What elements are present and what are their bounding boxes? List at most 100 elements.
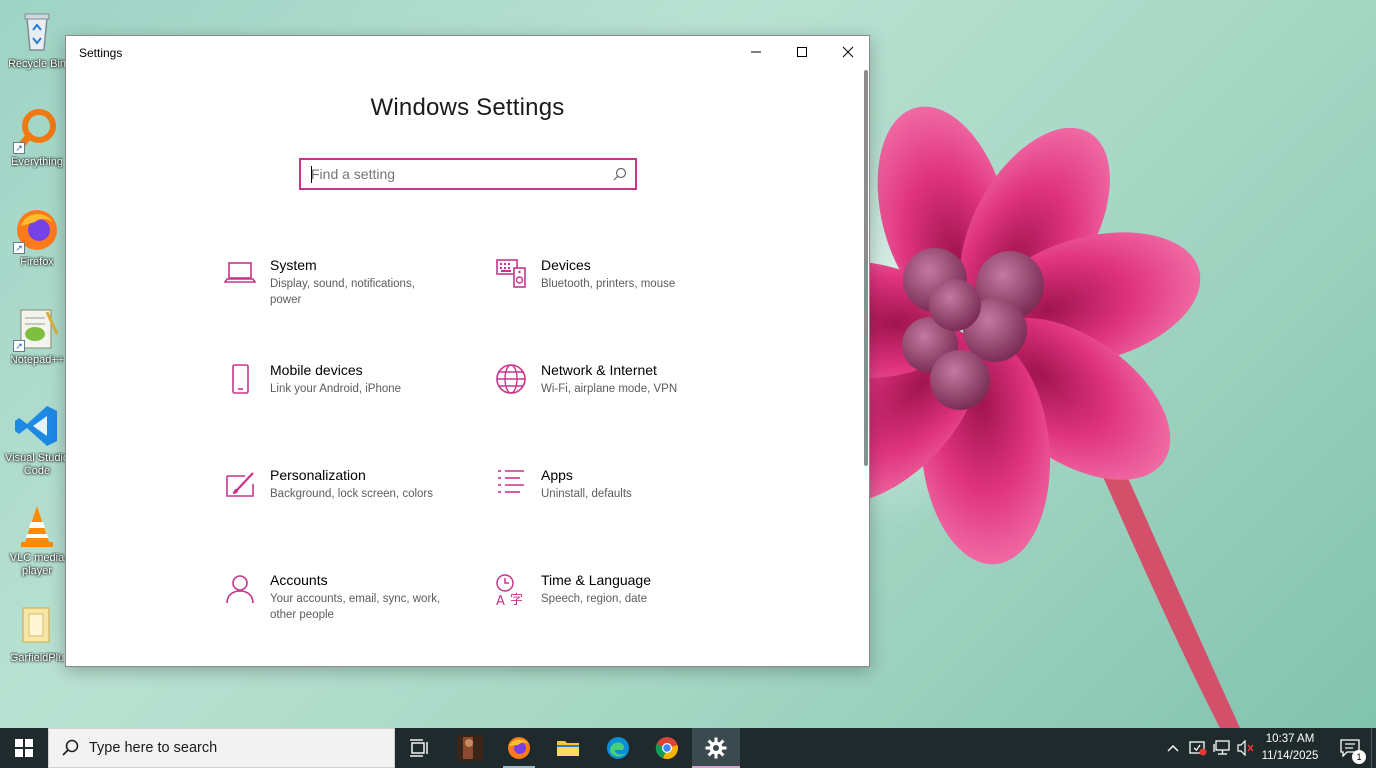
notification-count-badge: 1 bbox=[1352, 750, 1366, 764]
tile-description: Background, lock screen, colors bbox=[270, 488, 433, 500]
search-icon bbox=[62, 739, 79, 756]
desktop-icon-label: VLC media player bbox=[9, 552, 65, 577]
tile-time-language[interactable]: A字 Time & Language Speech, region, date bbox=[487, 571, 737, 641]
action-center-button[interactable]: 1 bbox=[1330, 728, 1370, 768]
firefox-icon: ↗ bbox=[13, 206, 61, 254]
shortcut-arrow-icon: ↗ bbox=[13, 242, 25, 254]
minimize-button[interactable] bbox=[733, 36, 779, 68]
show-hidden-icons-button[interactable] bbox=[1163, 728, 1183, 768]
tile-name: Mobile devices bbox=[270, 362, 363, 378]
task-view-button[interactable] bbox=[395, 728, 443, 768]
desktop-icon-firefox[interactable]: ↗ Firefox bbox=[2, 206, 72, 294]
tray-network-button[interactable] bbox=[1210, 728, 1234, 768]
folder-icon bbox=[13, 602, 61, 650]
vscode-icon bbox=[13, 402, 61, 450]
globe-icon bbox=[487, 361, 535, 401]
tile-name: Personalization bbox=[270, 467, 366, 483]
person-icon bbox=[216, 571, 264, 611]
close-icon bbox=[842, 46, 854, 58]
window-title: Settings bbox=[79, 46, 123, 60]
start-button[interactable] bbox=[0, 728, 48, 768]
task-view-icon bbox=[410, 739, 428, 757]
edge-icon bbox=[607, 737, 629, 759]
notepad-plus-plus-icon: ↗ bbox=[13, 304, 61, 352]
tile-description: Wi-Fi, airplane mode, VPN bbox=[541, 383, 678, 395]
app-list-icon bbox=[487, 466, 535, 506]
settings-search-box[interactable] bbox=[299, 158, 637, 190]
desktop-icon-label: Visual Studio Code bbox=[4, 452, 69, 477]
tile-mobile-devices[interactable]: Mobile devices Link your Android, iPhone bbox=[216, 361, 466, 431]
tile-network-internet[interactable]: Network & Internet Wi-Fi, airplane mode,… bbox=[487, 361, 737, 431]
maximize-icon bbox=[797, 47, 807, 57]
vlc-cone-icon bbox=[13, 502, 61, 550]
taskbar-app-chrome[interactable] bbox=[643, 728, 691, 768]
keyboard-speaker-icon bbox=[487, 256, 535, 296]
desktop-icon-label: Firefox bbox=[20, 256, 54, 268]
tile-apps[interactable]: Apps Uninstall, defaults bbox=[487, 466, 737, 536]
everything-search-icon: ↗ bbox=[13, 106, 61, 154]
tile-name: Devices bbox=[541, 257, 591, 273]
tile-description: Speech, region, date bbox=[541, 593, 648, 605]
desktop-icon-garfieldplu[interactable]: GarfieldPlu bbox=[2, 602, 72, 690]
search-icon bbox=[613, 167, 627, 181]
desktop-icon-label: Recycle Bin bbox=[7, 58, 67, 70]
gear-icon bbox=[705, 737, 727, 759]
tile-description: Display, sound, notifications, power bbox=[270, 278, 415, 306]
photo-app-icon bbox=[457, 735, 483, 761]
tile-personalization[interactable]: Personalization Background, lock screen,… bbox=[216, 466, 466, 536]
desktop-icon-recycle-bin[interactable]: Recycle Bin bbox=[2, 8, 72, 96]
taskbar: Type here to search 10:37 AM 11/14/2025 … bbox=[0, 728, 1376, 768]
taskbar-clock[interactable]: 10:37 AM 11/14/2025 bbox=[1252, 731, 1328, 765]
minimize-icon bbox=[751, 51, 761, 53]
tile-description: Uninstall, defaults bbox=[541, 488, 632, 500]
chrome-icon bbox=[655, 737, 678, 760]
window-scrollbar[interactable] bbox=[864, 70, 868, 466]
desktop-icon-label: GarfieldPlu bbox=[9, 652, 65, 664]
tile-description: Bluetooth, printers, mouse bbox=[541, 278, 676, 290]
maximize-button[interactable] bbox=[779, 36, 825, 68]
security-alert-icon bbox=[1189, 741, 1207, 756]
tray-security-icon-button[interactable] bbox=[1186, 728, 1210, 768]
show-desktop-button[interactable] bbox=[1371, 728, 1376, 768]
time-language-icon: A字 bbox=[487, 571, 535, 611]
settings-search-input[interactable] bbox=[311, 165, 601, 183]
clock-date: 11/14/2025 bbox=[1261, 750, 1319, 762]
title-bar[interactable]: Settings bbox=[66, 36, 869, 68]
laptop-icon bbox=[216, 256, 264, 296]
desktop-icon-vlc[interactable]: VLC media player bbox=[2, 502, 72, 590]
taskbar-app-firefox[interactable] bbox=[495, 728, 543, 768]
tile-description: Your accounts, email, sync, work, other … bbox=[270, 593, 441, 621]
page-title: Windows Settings bbox=[370, 94, 565, 121]
network-icon bbox=[1213, 740, 1230, 755]
desktop-icon-everything[interactable]: ↗ Everything bbox=[2, 106, 72, 194]
tile-devices[interactable]: Devices Bluetooth, printers, mouse bbox=[487, 256, 737, 326]
taskbar-search-box[interactable]: Type here to search bbox=[48, 728, 395, 768]
firefox-icon bbox=[508, 737, 530, 759]
close-button[interactable] bbox=[825, 36, 871, 68]
desktop-icon-vscode[interactable]: Visual Studio Code bbox=[2, 402, 72, 490]
desktop-icon-notepad-plus-plus[interactable]: ↗ Notepad++ bbox=[2, 304, 72, 392]
taskbar-app-settings[interactable] bbox=[692, 728, 740, 768]
tile-accounts[interactable]: Accounts Your accounts, email, sync, wor… bbox=[216, 571, 466, 641]
tile-name: Accounts bbox=[270, 572, 328, 588]
chevron-up-icon bbox=[1167, 745, 1179, 752]
paint-brush-icon bbox=[216, 466, 264, 506]
desktop-icon-label: Notepad++ bbox=[9, 354, 65, 366]
recycle-bin-icon bbox=[13, 8, 61, 56]
tile-system[interactable]: System Display, sound, notifications, po… bbox=[216, 256, 466, 326]
taskbar-app-edge[interactable] bbox=[594, 728, 642, 768]
tile-name: Time & Language bbox=[541, 572, 651, 588]
phone-icon bbox=[216, 361, 264, 401]
windows-logo-icon bbox=[15, 739, 33, 757]
tile-description: Link your Android, iPhone bbox=[270, 383, 402, 395]
shortcut-arrow-icon: ↗ bbox=[13, 340, 25, 352]
taskbar-app-file-explorer[interactable] bbox=[544, 728, 592, 768]
desktop-icon-label: Everything bbox=[11, 156, 63, 168]
tile-name: Network & Internet bbox=[541, 362, 657, 378]
shortcut-arrow-icon: ↗ bbox=[13, 142, 25, 154]
taskbar-app-photo[interactable] bbox=[446, 728, 494, 768]
clock-time: 10:37 AM bbox=[1265, 733, 1315, 745]
svg-text:A: A bbox=[496, 594, 505, 607]
tile-name: Apps bbox=[541, 467, 573, 483]
svg-text:字: 字 bbox=[510, 593, 523, 607]
